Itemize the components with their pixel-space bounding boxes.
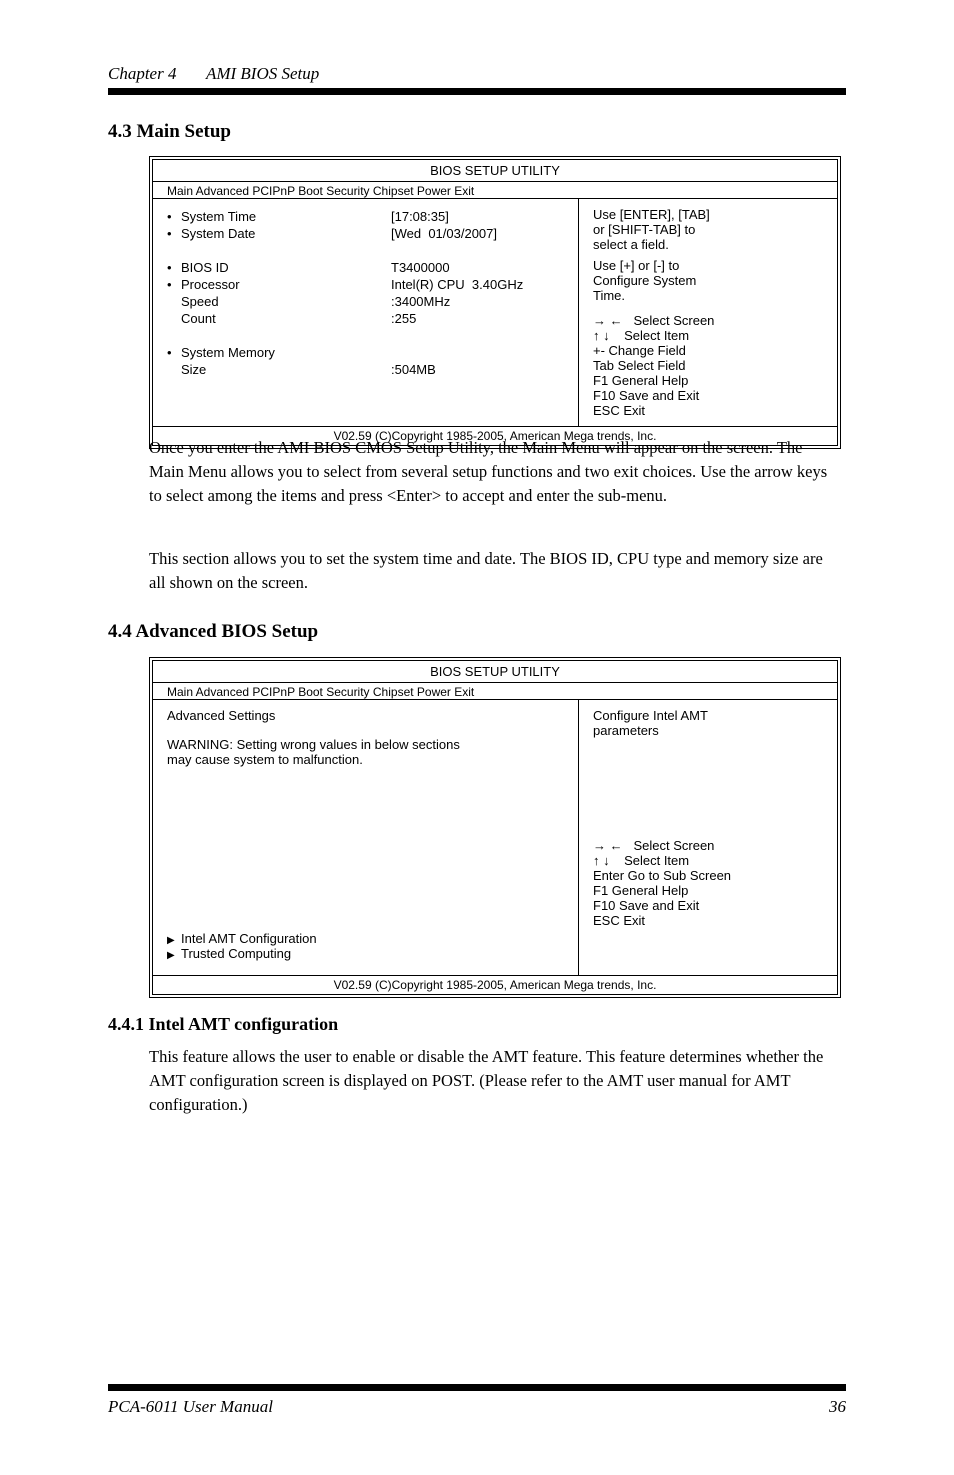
bios2-title: BIOS SETUP UTILITY: [153, 661, 837, 683]
bios-right-pane: Use [ENTER], [TAB] or [SHIFT-TAB] to sel…: [579, 199, 837, 426]
subsection-body: This feature allows the user to enable o…: [149, 1045, 841, 1117]
help-l2: or [SHIFT-TAB] to: [593, 222, 823, 237]
help-l4: Use [+] or [-] to: [593, 258, 823, 273]
arrow-right-icon: →: [593, 838, 606, 853]
adv-warn2: may cause system to malfunction.: [167, 752, 564, 767]
nav2-select-screen: → ← Select Screen: [593, 838, 823, 853]
bios-title: BIOS SETUP UTILITY: [153, 160, 837, 182]
help2-l2: parameters: [593, 723, 823, 738]
help-l6: Time.: [593, 288, 823, 303]
nav2-enter: Enter Go to Sub Screen: [593, 868, 823, 883]
help-l3: select a field.: [593, 237, 823, 252]
arrow-up-icon: ↑: [593, 853, 600, 868]
bios-left-pane: System Time[17:08:35] System Date[Wed 01…: [153, 199, 579, 426]
row-count: Count: [181, 311, 391, 326]
nav-exit: ESC Exit: [593, 403, 823, 418]
val-speed: :3400MHz: [391, 294, 450, 309]
help-l1: Use [ENTER], [TAB]: [593, 207, 823, 222]
val-processor: Intel(R) CPU 3.40GHz: [391, 277, 523, 292]
row-speed: Speed: [181, 294, 391, 309]
arrow-right-icon: →: [593, 313, 606, 328]
val-sysdate: [Wed 01/03/2007]: [391, 226, 497, 241]
help-l5: Configure System: [593, 273, 823, 288]
header-rule: [108, 88, 846, 95]
bios2-tabs: Main Advanced PCIPnP Boot Security Chips…: [153, 683, 837, 699]
footer-manual-name: PCA-6011 User Manual: [108, 1397, 273, 1417]
nav-save: F10 Save and Exit: [593, 388, 823, 403]
main-desc-1: Once you enter the AMI BIOS CMOS Setup U…: [149, 436, 841, 508]
bios-screenshot-main: BIOS SETUP UTILITY Main Advanced PCIPnP …: [149, 156, 841, 449]
submenu-trusted: Trusted Computing: [167, 946, 317, 961]
nav-select-item: ↑ ↓ Select Item: [593, 328, 823, 343]
bios2-left-pane: Advanced Settings WARNING: Setting wrong…: [153, 700, 579, 975]
bios2-right-pane: Configure Intel AMT parameters → ← Selec…: [579, 700, 837, 975]
footer-page-number: 36: [829, 1397, 846, 1417]
help2-l1: Configure Intel AMT: [593, 708, 823, 723]
val-biosid: T3400000: [391, 260, 450, 275]
nav2-save: F10 Save and Exit: [593, 898, 823, 913]
chapter-label: Chapter 4 AMI BIOS Setup: [108, 64, 846, 84]
val-size: :504MB: [391, 362, 436, 377]
nav2-select-item: ↑ ↓ Select Item: [593, 853, 823, 868]
nav-select-screen: → ← Select Screen: [593, 313, 823, 328]
nav-select-field: Tab Select Field: [593, 358, 823, 373]
row-size: Size: [181, 362, 391, 377]
row-systime: System Time: [181, 209, 391, 224]
section-title-advanced: 4.4 Advanced BIOS Setup: [108, 621, 318, 643]
section-title-main: 4.3 Main Setup: [108, 121, 231, 143]
adv-settings: Advanced Settings: [167, 708, 564, 723]
arrow-up-icon: ↑: [593, 328, 600, 343]
nav2-help: F1 General Help: [593, 883, 823, 898]
val-systime: [17:08:35]: [391, 209, 449, 224]
nav-change-field: +- Change Field: [593, 343, 823, 358]
chapter-number: Chapter 4: [108, 64, 176, 83]
row-sysdate: System Date: [181, 226, 391, 241]
arrow-left-icon: ←: [610, 838, 623, 853]
chapter-title: AMI BIOS Setup: [206, 64, 319, 83]
nav-help: F1 General Help: [593, 373, 823, 388]
arrow-down-icon: ↓: [603, 853, 610, 868]
nav2-exit: ESC Exit: [593, 913, 823, 928]
bios-tabs: Main Advanced PCIPnP Boot Security Chips…: [153, 182, 837, 198]
row-processor: Processor: [181, 277, 391, 292]
arrow-down-icon: ↓: [603, 328, 610, 343]
subsection-title: 4.4.1 Intel AMT configuration: [108, 1014, 338, 1035]
val-count: :255: [391, 311, 416, 326]
main-desc-2: This section allows you to set the syste…: [149, 547, 841, 595]
row-sysmem: System Memory: [181, 345, 391, 360]
arrow-left-icon: ←: [610, 313, 623, 328]
adv-warn1: WARNING: Setting wrong values in below s…: [167, 737, 564, 752]
row-biosid: BIOS ID: [181, 260, 391, 275]
bios-screenshot-advanced: BIOS SETUP UTILITY Main Advanced PCIPnP …: [149, 657, 841, 998]
submenu-amt: Intel AMT Configuration: [167, 931, 317, 946]
bios2-footer: V02.59 (C)Copyright 1985-2005, American …: [153, 975, 837, 994]
footer-rule: [108, 1384, 846, 1391]
